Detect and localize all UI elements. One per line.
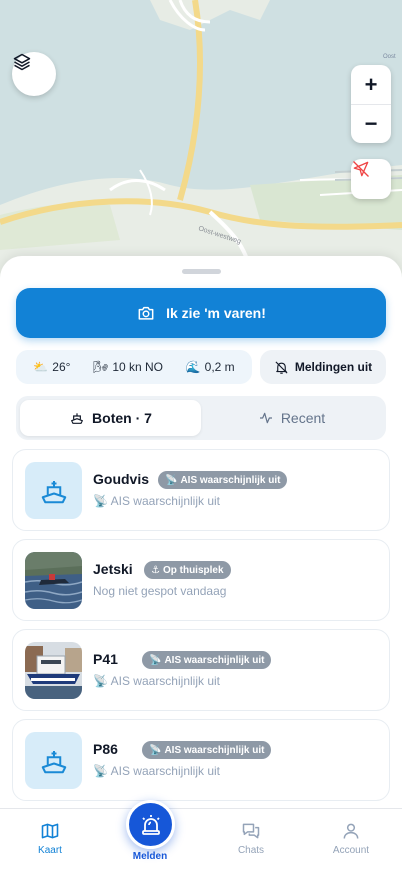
anchor-icon: ⚓: [151, 564, 160, 576]
siren-icon: [141, 814, 160, 835]
temperature-value: 26°: [52, 360, 71, 374]
boat-card-goudvis[interactable]: Goudvis 📡 AIS waarschijnlijk uit 📡 AIS w…: [12, 449, 390, 531]
sheet-handle[interactable]: [182, 269, 221, 274]
map-corner-label: Oost: [383, 54, 396, 60]
tab-recent[interactable]: Recent: [201, 400, 382, 436]
waves-value: 0,2 m: [204, 360, 235, 374]
boat-status-text: AIS waarschijnlijk uit: [110, 764, 220, 778]
report-sighting-label: Ik zie 'm varen!: [166, 305, 266, 321]
boat-card-jetski[interactable]: Jetski ⚓ Op thuisplek Nog niet gespot va…: [12, 539, 390, 621]
boat-thumbnail: [25, 732, 82, 789]
status-badge-label: AIS waarschijnlijk uit: [164, 654, 265, 666]
map-canvas: Oost-westweg Oost: [0, 0, 402, 300]
report-fab[interactable]: [126, 800, 175, 849]
satellite-icon: 📡: [93, 764, 108, 778]
weather-bar: ⛅ 26° 🌬 10 kn NO 🌊 0,2 m: [16, 350, 252, 384]
boat-card-p86[interactable]: P86 📡 AIS waarschijnlijk uit 📡 AIS waars…: [12, 719, 390, 801]
boat-status-text: AIS waarschijnlijk uit: [110, 494, 220, 508]
boat-status: 📡 AIS waarschijnlijk uit: [93, 674, 220, 688]
satellite-icon: 📡: [149, 744, 162, 756]
zoom-out-button[interactable]: −: [351, 104, 391, 143]
status-badge: 📡 AIS waarschijnlijk uit: [158, 471, 288, 489]
tab-bar: Boten · 7 Recent: [16, 396, 386, 440]
status-badge: 📡 AIS waarschijnlijk uit: [142, 651, 272, 669]
boat-card-p41[interactable]: P41 📡 AIS waarschijnlijk uit 📡 AIS waars…: [12, 629, 390, 711]
status-badge: ⚓ Op thuisplek: [144, 561, 231, 579]
cloud-sun-icon: ⛅: [33, 360, 49, 374]
tab-boats[interactable]: Boten · 7: [20, 400, 201, 436]
layers-button[interactable]: [12, 52, 56, 96]
boat-status-text: AIS waarschijnlijk uit: [110, 674, 220, 688]
boat-name: P86: [93, 741, 118, 757]
boat-photo: [25, 642, 82, 699]
zoom-in-button[interactable]: +: [351, 65, 391, 104]
ship-icon: [41, 750, 66, 773]
status-badge: 📡 AIS waarschijnlijk uit: [142, 741, 272, 759]
boat-status: 📡 AIS waarschijnlijk uit: [93, 494, 220, 508]
nav-report-label: Melden: [132, 851, 168, 862]
boat-thumbnail: [25, 462, 82, 519]
weather-wind: 🌬 10 kn NO: [93, 360, 163, 374]
notifications-toggle[interactable]: Meldingen uit: [260, 350, 386, 384]
satellite-icon: 📡: [165, 474, 178, 486]
boat-photo: [25, 552, 82, 609]
camera-icon: [138, 306, 154, 320]
boat-name: Jetski: [93, 561, 133, 577]
map-view[interactable]: Oost-westweg Oost + −: [0, 0, 402, 300]
ship-icon: [71, 413, 83, 424]
bottom-sheet: Ik zie 'm varen! ⛅ 26° 🌬 10 kn NO 🌊 0,2 …: [0, 256, 402, 808]
nav-map[interactable]: Kaart: [10, 809, 90, 874]
user-icon: [343, 823, 359, 839]
chat-icon: [242, 823, 260, 839]
zoom-controls: + −: [351, 65, 391, 143]
nav-chats[interactable]: Chats: [211, 809, 291, 874]
boat-status-text: Nog niet gespot vandaag: [93, 584, 227, 598]
satellite-icon: 📡: [149, 654, 162, 666]
p41-photo: [25, 642, 82, 699]
report-sighting-button[interactable]: Ik zie 'm varen!: [16, 288, 386, 338]
activity-icon: [259, 412, 272, 424]
location-off-icon: [353, 161, 369, 177]
bell-off-icon: [275, 360, 288, 374]
notifications-label: Meldingen uit: [294, 360, 373, 374]
status-badge-label: AIS waarschijnlijk uit: [180, 474, 281, 486]
wave-icon: 🌊: [185, 360, 201, 374]
boat-status: 📡 AIS waarschijnlijk uit: [93, 764, 220, 778]
status-badge-label: Op thuisplek: [162, 564, 224, 576]
jetski-photo: [25, 552, 82, 609]
tab-boats-label: Boten · 7: [92, 410, 152, 426]
tab-recent-label: Recent: [280, 410, 326, 426]
map-icon: [41, 823, 59, 839]
location-button[interactable]: [351, 159, 391, 199]
weather-temp: ⛅ 26°: [33, 360, 70, 374]
boat-name: Goudvis: [93, 471, 150, 487]
weather-waves: 🌊 0,2 m: [186, 360, 235, 374]
ship-icon: [41, 480, 66, 503]
satellite-icon: 📡: [93, 494, 108, 508]
boat-name: P41: [93, 651, 118, 667]
status-badge-label: AIS waarschijnlijk uit: [164, 744, 265, 756]
nav-chats-label: Chats: [237, 845, 265, 856]
satellite-icon: 📡: [93, 674, 108, 688]
nav-account-label: Account: [332, 845, 370, 856]
layers-icon: [13, 53, 31, 71]
boat-status: Nog niet gespot vandaag: [93, 584, 226, 598]
bottom-nav: Kaart Melden Chats Account: [0, 800, 402, 874]
wind-icon: 🌬: [93, 360, 109, 374]
nav-map-label: Kaart: [38, 845, 62, 856]
nav-account[interactable]: Account: [311, 809, 391, 874]
wind-value: 10 kn NO: [112, 360, 164, 374]
